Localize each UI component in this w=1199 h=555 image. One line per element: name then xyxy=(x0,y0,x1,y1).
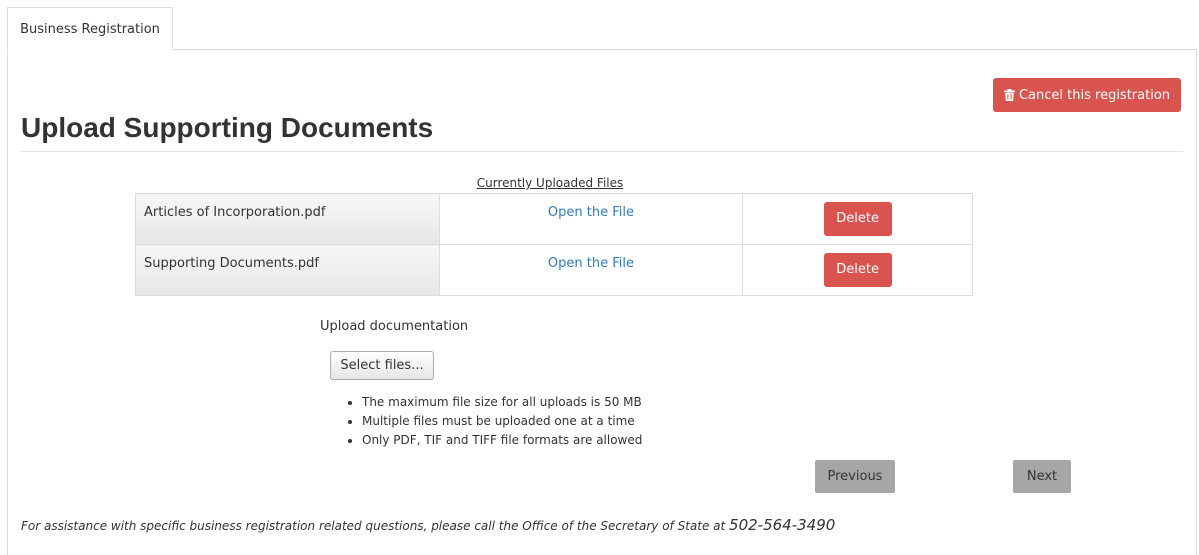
page-title: Upload Supporting Documents xyxy=(21,112,434,143)
list-item: The maximum file size for all uploads is… xyxy=(362,393,642,412)
assistance-text: For assistance with specific business re… xyxy=(21,519,730,533)
phone-number: 502-564-3490 xyxy=(729,516,836,534)
cancel-registration-button[interactable]: Cancel this registration xyxy=(993,78,1181,112)
select-files-button[interactable]: Select files... xyxy=(330,351,434,380)
cancel-registration-label: Cancel this registration xyxy=(1018,87,1171,103)
file-name: Supporting Documents.pdf xyxy=(144,256,319,271)
assistance-note: For assistance with specific business re… xyxy=(21,516,835,534)
previous-button[interactable]: Previous xyxy=(815,460,895,493)
file-name-cell: Articles of Incorporation.pdf xyxy=(135,193,440,245)
tab-business-registration[interactable]: Business Registration xyxy=(7,7,173,50)
uploaded-files-caption: Currently Uploaded Files xyxy=(476,176,624,190)
file-name: Articles of Incorporation.pdf xyxy=(144,205,326,220)
upload-documentation-label: Upload documentation xyxy=(320,319,469,334)
table-row: Articles of Incorporation.pdf Open the F… xyxy=(135,193,973,245)
list-item: Only PDF, TIF and TIFF file formats are … xyxy=(362,431,642,450)
trash-icon xyxy=(1003,89,1015,101)
next-button[interactable]: Next xyxy=(1013,460,1071,493)
open-file-link[interactable]: Open the File xyxy=(440,256,743,271)
upload-rules-list: The maximum file size for all uploads is… xyxy=(342,393,642,450)
delete-button[interactable]: Delete xyxy=(823,253,892,287)
open-file-cell: Open the File xyxy=(438,244,744,296)
uploaded-files-table: Articles of Incorporation.pdf Open the F… xyxy=(135,193,973,296)
delete-cell: Delete xyxy=(742,193,973,245)
title-divider xyxy=(21,151,1183,152)
delete-cell: Delete xyxy=(742,244,973,296)
delete-button[interactable]: Delete xyxy=(823,202,892,236)
open-file-cell: Open the File xyxy=(438,193,744,245)
file-name-cell: Supporting Documents.pdf xyxy=(135,244,440,296)
open-file-link[interactable]: Open the File xyxy=(440,205,743,220)
table-row: Supporting Documents.pdf Open the File D… xyxy=(135,244,973,296)
list-item: Multiple files must be uploaded one at a… xyxy=(362,412,642,431)
